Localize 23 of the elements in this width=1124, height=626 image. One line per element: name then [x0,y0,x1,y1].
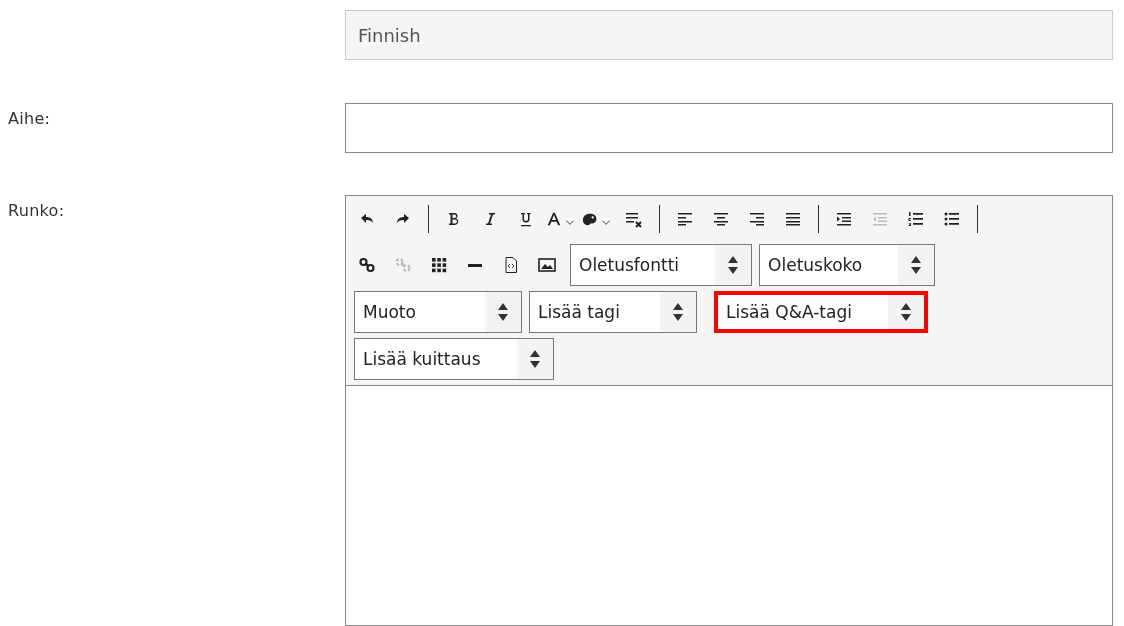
dropdown-select[interactable]: Muoto [354,291,522,334]
justify-icon [784,210,802,229]
dropdown-select[interactable]: Oletuskoko [759,244,936,287]
dropdown-select[interactable]: Oletusfontti [570,244,753,287]
broken-link-icon [394,256,412,275]
image-icon [538,256,556,275]
field-label: Runko: [7,200,66,223]
outdent-icon [871,210,889,229]
code-file-icon [502,256,520,275]
align-center-icon [712,210,730,229]
indent-icon [835,210,853,229]
dropdown-select[interactable]: Lisää tagi [529,291,697,334]
field-label: Aihe: [7,107,52,130]
clear-format-icon [625,210,643,229]
grid-icon [430,256,448,275]
subject-field[interactable] [345,102,1113,153]
align-left-icon [676,210,694,229]
dropdown-select[interactable]: Lisää Q&A-tagi [714,291,928,334]
dropdown-select[interactable]: Lisää kuittaus [354,338,554,381]
language-field[interactable]: Finnish [345,10,1113,60]
align-right-icon [748,210,766,229]
chain-link-icon [358,256,376,275]
numbered-list-icon [907,210,925,229]
